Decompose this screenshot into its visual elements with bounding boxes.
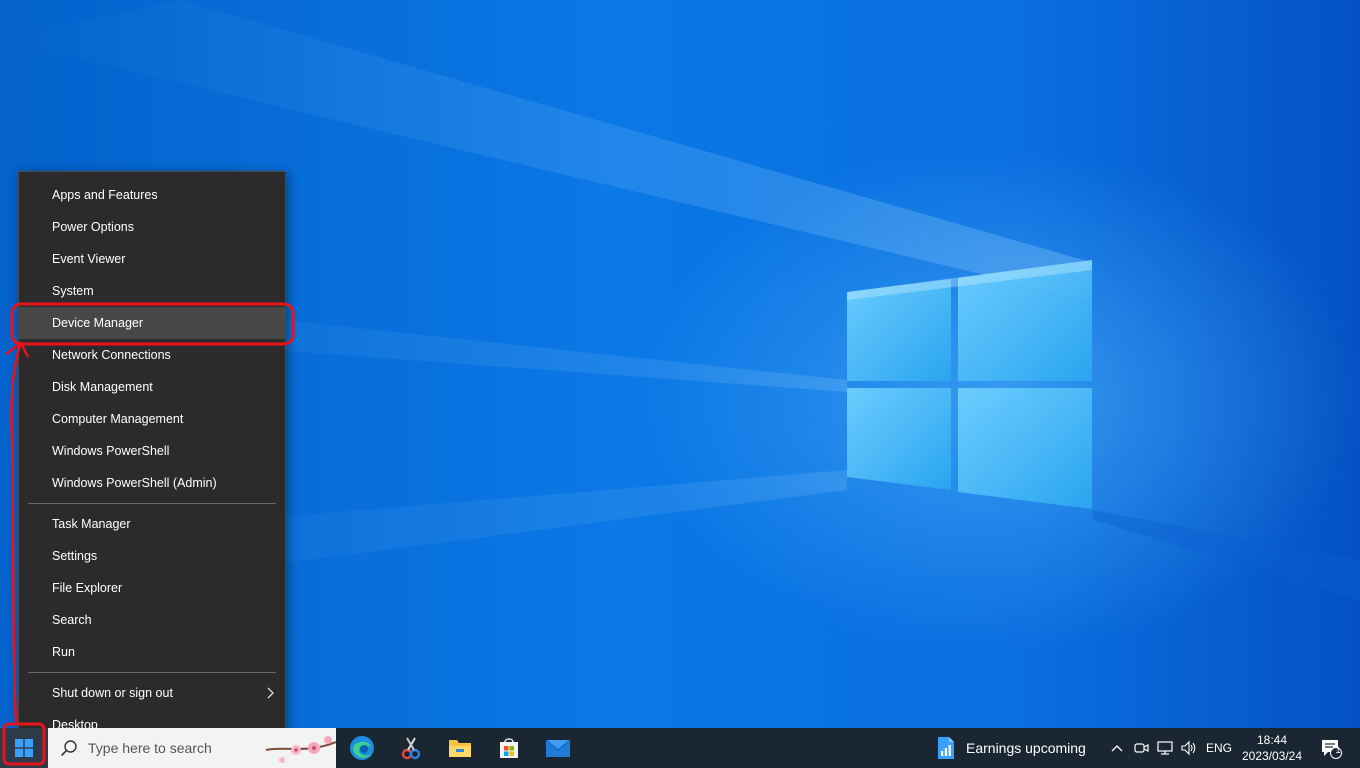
menu-item-label: Computer Management: [52, 412, 184, 426]
search-input[interactable]: Type here to search: [48, 728, 336, 768]
snipping-tool-icon: [401, 737, 421, 760]
menu-item-label: Windows PowerShell (Admin): [52, 476, 217, 490]
menu-item-computer-management[interactable]: Computer Management: [19, 403, 285, 435]
edge-button[interactable]: [338, 728, 386, 768]
search-placeholder: Type here to search: [88, 740, 212, 756]
clock-button[interactable]: 18:44 2023/03/24: [1236, 728, 1308, 768]
notification-count-badge: 1: [1335, 745, 1341, 755]
menu-item-label: Disk Management: [52, 380, 153, 394]
menu-item-label: Run: [52, 645, 75, 659]
menu-item-label: Windows PowerShell: [52, 444, 170, 458]
show-hidden-icons-button[interactable]: [1106, 728, 1128, 768]
menu-item-label: System: [52, 284, 94, 298]
mail-button[interactable]: [534, 728, 582, 768]
menu-item-windows-powershell-admin[interactable]: Windows PowerShell (Admin): [19, 467, 285, 499]
menu-item-label: Apps and Features: [52, 188, 158, 202]
start-button[interactable]: [0, 728, 48, 768]
edge-icon: [350, 736, 374, 760]
menu-item-label: Task Manager: [52, 517, 131, 531]
chevron-right-icon: [265, 677, 275, 709]
action-center-button[interactable]: 1: [1314, 728, 1348, 768]
menu-group-apps: Task Manager Settings File Explorer Search R…: [19, 508, 285, 668]
menu-item-label: Device Manager: [52, 316, 144, 330]
windows-icon: [15, 739, 33, 757]
network-button[interactable]: [1154, 728, 1176, 768]
stock-chart-icon: [938, 737, 954, 759]
menu-item-settings[interactable]: Settings: [19, 540, 285, 572]
menu-item-run[interactable]: Run: [19, 636, 285, 668]
microsoft-store-button[interactable]: [485, 728, 533, 768]
microsoft-store-icon: [500, 738, 518, 758]
menu-item-search[interactable]: Search: [19, 604, 285, 636]
menu-item-network-connections[interactable]: Network Connections: [19, 339, 285, 371]
search-icon: [60, 740, 77, 757]
clock-date: 2023/03/24: [1241, 749, 1303, 763]
volume-button[interactable]: [1178, 728, 1200, 768]
snipping-tool-button[interactable]: [387, 728, 435, 768]
menu-item-label: Search: [52, 613, 92, 627]
menu-item-label: Settings: [52, 549, 98, 563]
news-widget-text: Earnings upcoming: [966, 740, 1086, 756]
menu-item-apps-and-features[interactable]: Apps and Features: [19, 179, 285, 211]
menu-item-label: Shut down or sign out: [52, 686, 173, 700]
menu-item-label: File Explorer: [52, 581, 123, 595]
menu-item-label: Event Viewer: [52, 252, 126, 266]
menu-item-label: Power Options: [52, 220, 134, 234]
mail-icon: [545, 739, 571, 757]
menu-item-power-options[interactable]: Power Options: [19, 211, 285, 243]
file-explorer-icon: [449, 740, 471, 757]
webcam-icon: [1134, 743, 1149, 753]
news-widget[interactable]: Earnings upcoming: [930, 728, 1092, 768]
menu-item-event-viewer[interactable]: Event Viewer: [19, 243, 285, 275]
clock-time: 18:44: [1256, 733, 1288, 747]
menu-item-task-manager[interactable]: Task Manager: [19, 508, 285, 540]
meet-now-button[interactable]: [1130, 728, 1152, 768]
menu-separator: [28, 672, 276, 673]
menu-item-device-manager[interactable]: Device Manager: [19, 307, 285, 339]
speaker-icon: [1181, 740, 1196, 756]
menu-separator: [28, 503, 276, 504]
input-language-indicator[interactable]: ENG: [1204, 728, 1234, 768]
menu-group-system-tools: Apps and Features Power Options Event View…: [19, 179, 285, 499]
power-user-menu: Apps and Features Power Options Event View…: [18, 171, 286, 747]
network-wired-icon: [1157, 741, 1173, 755]
menu-item-label: Network Connections: [52, 348, 171, 362]
menu-item-file-explorer[interactable]: File Explorer: [19, 572, 285, 604]
menu-item-disk-management[interactable]: Disk Management: [19, 371, 285, 403]
menu-item-windows-powershell[interactable]: Windows PowerShell: [19, 435, 285, 467]
menu-item-system[interactable]: System: [19, 275, 285, 307]
chevron-up-icon: [1111, 745, 1123, 752]
search-highlight-blossom-icon: [266, 736, 336, 763]
menu-item-shut-down-or-sign-out[interactable]: Shut down or sign out: [19, 677, 285, 709]
file-explorer-button[interactable]: [436, 728, 484, 768]
